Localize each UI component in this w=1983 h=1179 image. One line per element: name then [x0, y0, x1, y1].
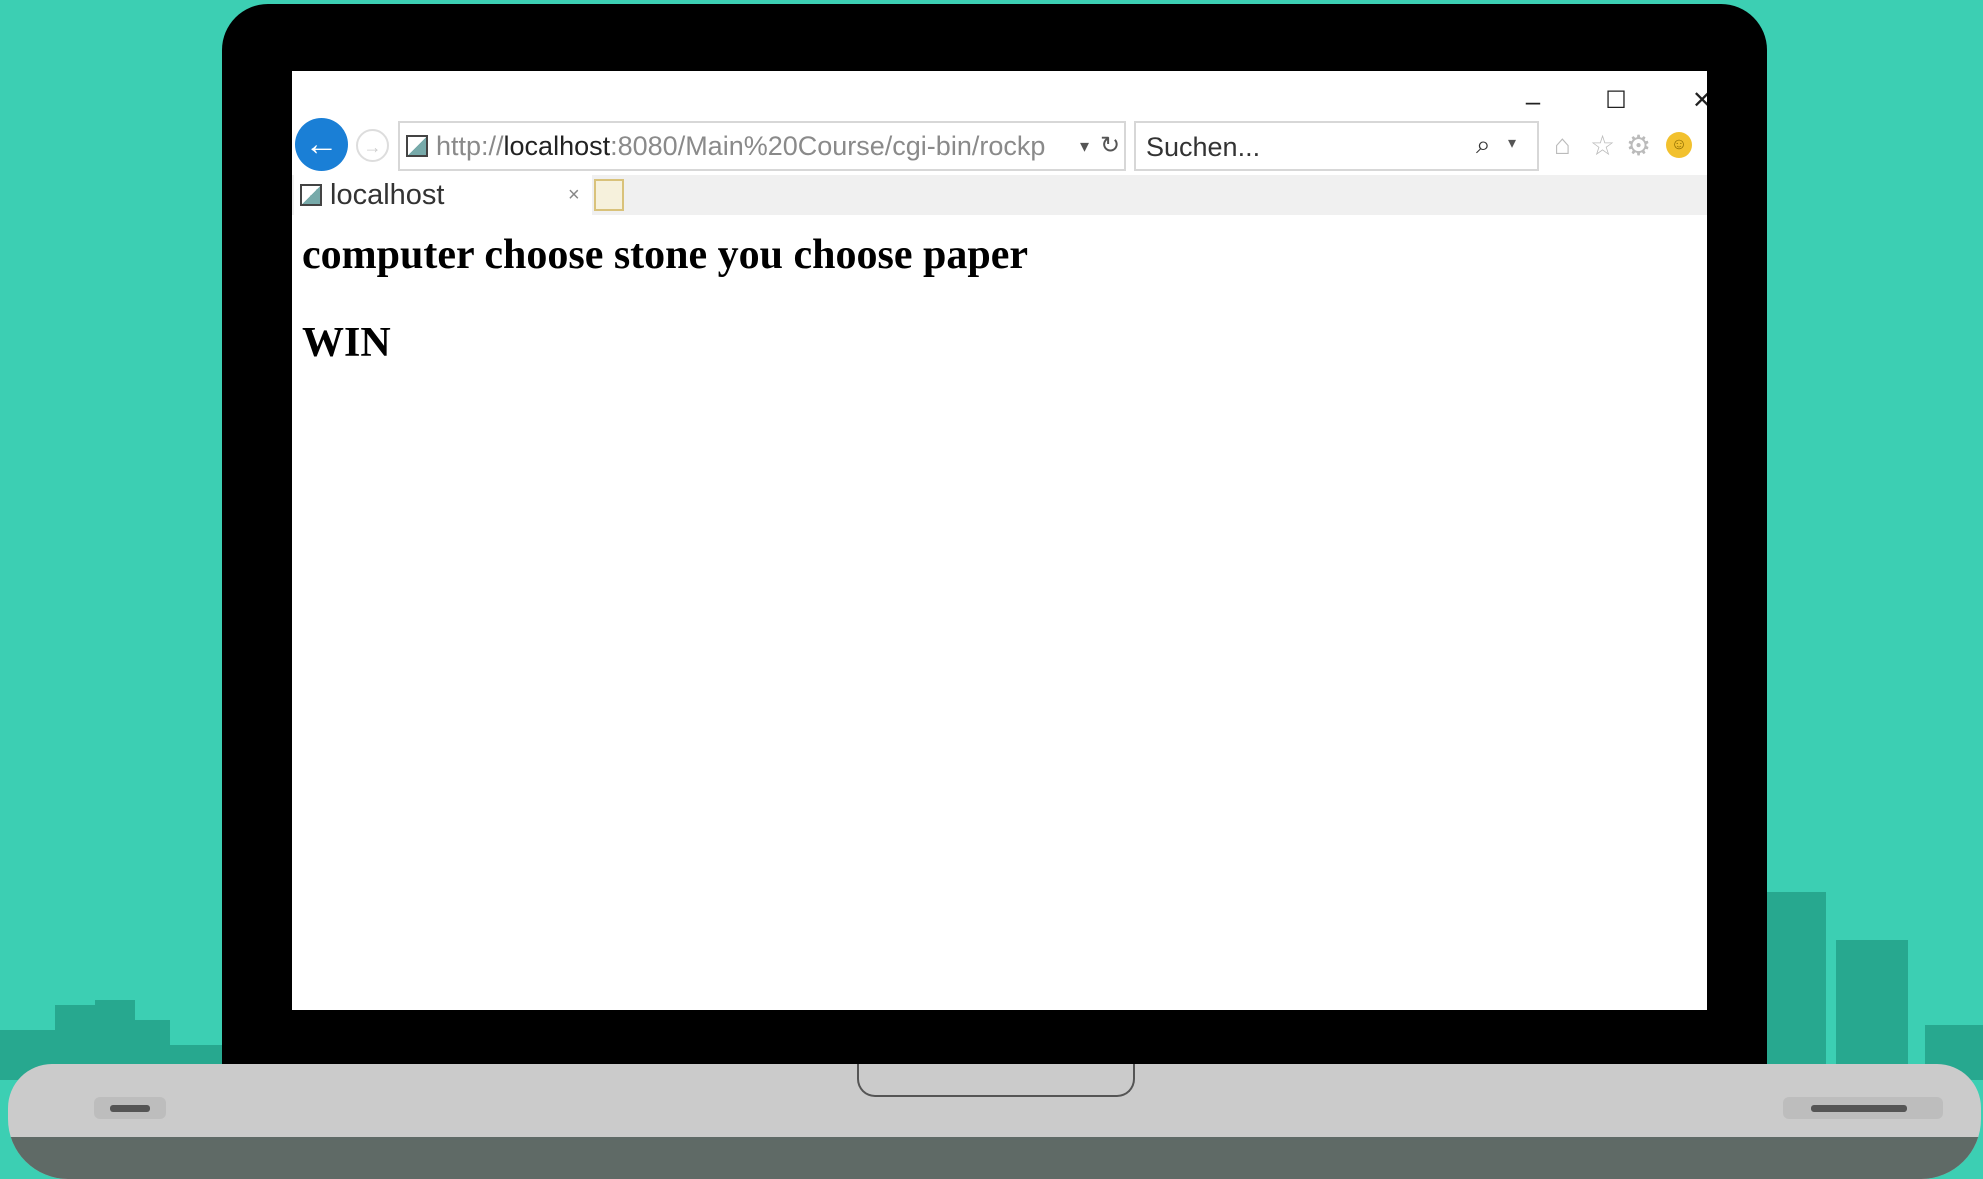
arrow-right-icon: →: [363, 137, 382, 157]
url-path: :8080/Main%20Course/cgi-bin/rockp: [610, 131, 1046, 161]
laptop-foot-left: [94, 1097, 166, 1119]
gear-icon[interactable]: ⚙: [1626, 129, 1651, 162]
refresh-icon[interactable]: ↻: [1100, 123, 1120, 169]
url-scheme: http://: [436, 131, 504, 161]
laptop-base-shadow: [8, 1137, 1981, 1179]
laptop-base: [8, 1064, 1981, 1179]
page-icon: [406, 135, 428, 157]
search-icon[interactable]: ⌕: [1476, 129, 1491, 161]
address-url[interactable]: http://localhost:8080/Main%20Course/cgi-…: [436, 123, 1046, 169]
page-content: computer choose stone you choose paper W…: [302, 219, 1707, 1010]
arrow-left-icon: ←: [304, 125, 339, 163]
new-tab-button[interactable]: [594, 179, 624, 211]
maximize-button[interactable]: ☐: [1596, 83, 1636, 119]
skyline-right-1: [1760, 892, 1826, 1082]
close-tab-icon[interactable]: ×: [568, 175, 580, 215]
tab-title: localhost: [330, 179, 445, 211]
home-icon[interactable]: ⌂: [1554, 129, 1571, 161]
search-dropdown-icon[interactable]: ▾: [1508, 133, 1516, 153]
smiley-icon[interactable]: ☺: [1666, 132, 1692, 158]
browser-window: – ☐ ✕ ← → http://localhost:8080/Main%20C…: [292, 71, 1707, 1010]
laptop-notch: [857, 1064, 1135, 1097]
address-dropdown-icon[interactable]: ▾: [1080, 123, 1089, 169]
close-window-button[interactable]: ✕: [1682, 83, 1707, 119]
search-input[interactable]: [1144, 129, 1468, 165]
tab-strip: localhost ×: [292, 175, 1707, 215]
skyline-right-2: [1836, 940, 1908, 1080]
url-host: localhost: [503, 131, 611, 161]
search-box[interactable]: ⌕ ▾: [1134, 121, 1539, 171]
page-icon: [300, 184, 322, 206]
back-button[interactable]: ←: [295, 118, 348, 171]
forward-button[interactable]: →: [356, 129, 389, 162]
tab-localhost[interactable]: localhost ×: [294, 175, 592, 215]
game-result: WIN: [302, 320, 391, 366]
game-message: computer choose stone you choose paper: [302, 232, 1029, 278]
star-icon[interactable]: ☆: [1590, 129, 1615, 162]
address-bar[interactable]: http://localhost:8080/Main%20Course/cgi-…: [398, 121, 1126, 171]
laptop-foot-right: [1783, 1097, 1943, 1119]
minimize-button[interactable]: –: [1513, 83, 1553, 119]
